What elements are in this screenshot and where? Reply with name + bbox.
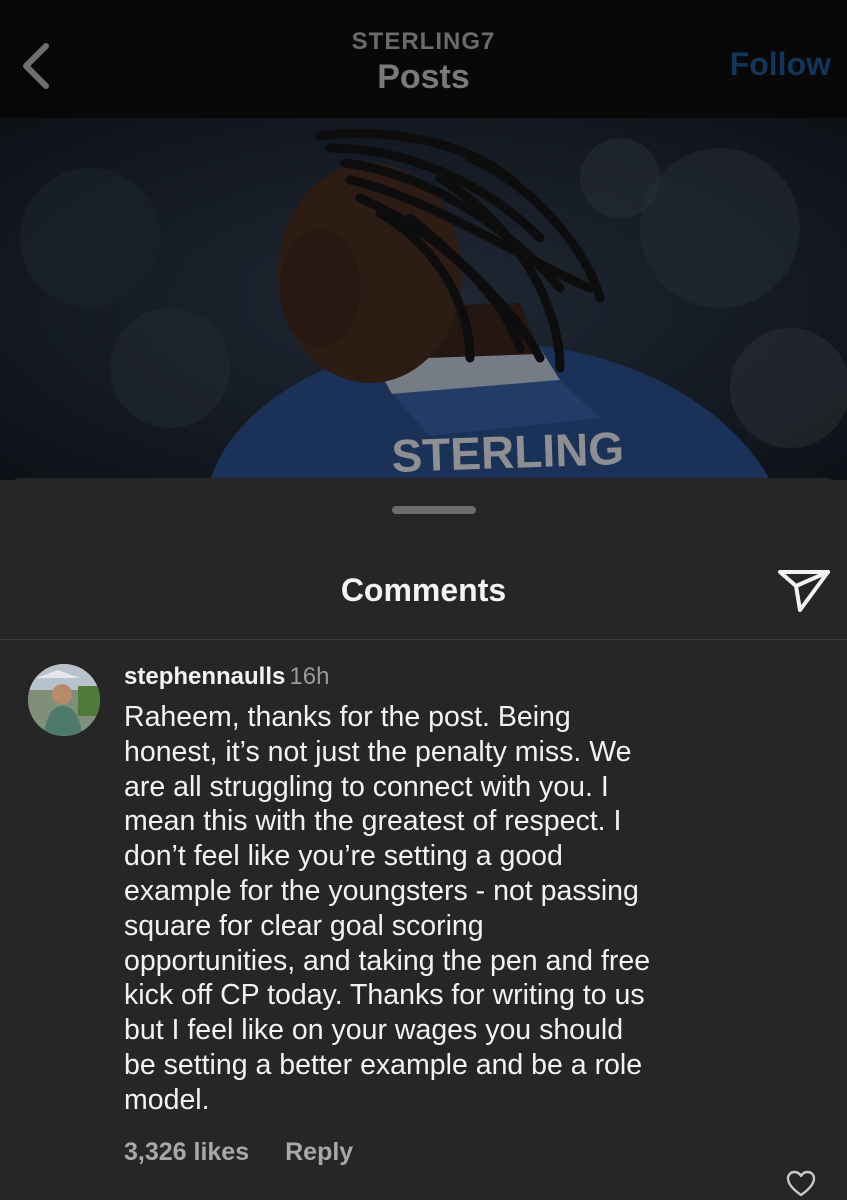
send-icon[interactable] [776,566,832,614]
comments-title: Comments [340,572,507,608]
sheet-divider [0,639,847,640]
comment-text: Raheem, thanks for the post. Being hones… [124,701,651,1116]
heart-icon[interactable] [786,1170,816,1198]
post-comments-screen: STERLING7 Posts Follow STERLING Comments… [0,0,847,1200]
comment-timestamp: 16h [289,663,330,690]
follow-button[interactable]: Follow [730,46,831,83]
likes-count[interactable]: 3,326 likes [124,1138,249,1167]
comment-username[interactable]: stephennaulls [124,663,285,690]
post-image[interactable]: STERLING [0,118,847,480]
comment-actions: 3,326 likes Reply [124,1138,353,1167]
comment-header: stephennaulls 16h [124,662,329,692]
top-bar: STERLING7 Posts Follow [0,0,847,118]
reply-button[interactable]: Reply [285,1138,353,1167]
comments-sheet: Comments stephennaulls 16h Raheem, thanks… [0,478,847,1200]
page-title: Posts [377,58,470,96]
drag-handle[interactable] [392,506,476,514]
avatar[interactable] [28,664,100,736]
account-name[interactable]: STERLING7 [0,28,847,56]
